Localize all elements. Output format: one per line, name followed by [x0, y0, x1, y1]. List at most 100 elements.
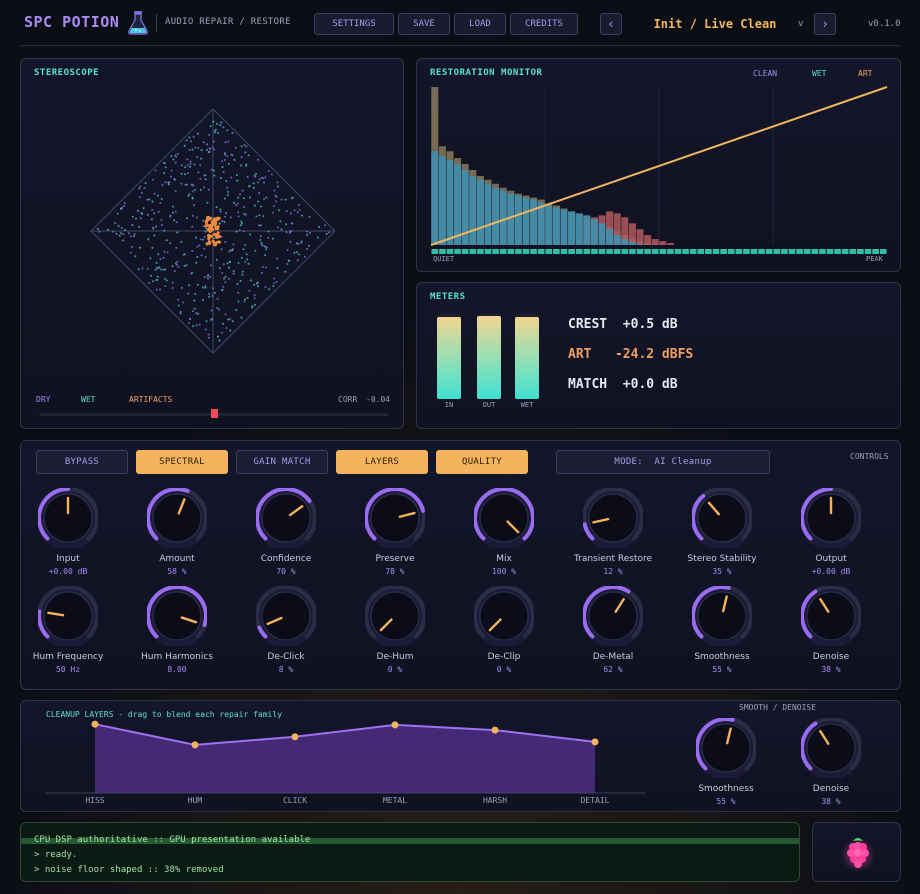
- scope-point: [180, 241, 183, 243]
- gain-match-toggle[interactable]: GAIN MATCH: [236, 450, 328, 474]
- knob-dial[interactable]: [692, 488, 752, 548]
- scope-point: [153, 192, 156, 195]
- load-button[interactable]: LOAD: [454, 13, 506, 35]
- knob-dial[interactable]: [365, 488, 425, 548]
- settings-button[interactable]: SETTINGS: [314, 13, 394, 35]
- knob-output[interactable]: Output +0.00 dB: [777, 488, 885, 580]
- knob-dial[interactable]: [365, 586, 425, 646]
- preset-dropdown-toggle[interactable]: v: [798, 19, 803, 29]
- scope-point: [268, 288, 271, 291]
- knob-dial[interactable]: [474, 586, 534, 646]
- save-button[interactable]: SAVE: [398, 13, 450, 35]
- layer-handle-detail[interactable]: [591, 738, 599, 746]
- knob-stereo-stability[interactable]: Stereo Stability 35 %: [668, 488, 776, 580]
- art-bar: [644, 235, 652, 245]
- scope-point: [253, 303, 256, 306]
- knob-de-clip[interactable]: De-Clip 0 %: [450, 586, 558, 678]
- knob-dial[interactable]: [696, 718, 756, 778]
- scope-point: [262, 215, 265, 218]
- knob-denoise[interactable]: Denoise 38 %: [777, 718, 885, 810]
- knob-confidence[interactable]: Confidence 70 %: [232, 488, 340, 580]
- layers-blend-graph[interactable]: HISS HUM CLICK METAL HARSH DETAIL: [21, 701, 681, 813]
- scope-point: [253, 297, 256, 300]
- layers-toggle[interactable]: LAYERS: [336, 450, 428, 474]
- knob-hum-harmonics[interactable]: Hum Harmonics 8.00: [123, 586, 231, 678]
- knob-label: Hum Harmonics: [140, 652, 214, 662]
- layer-handle-click[interactable]: [291, 733, 299, 741]
- knob-mix[interactable]: Mix 100 %: [450, 488, 558, 580]
- knob-dial[interactable]: [583, 586, 643, 646]
- scope-point: [191, 190, 194, 193]
- scope-point: [237, 211, 240, 214]
- meter-wet: [515, 313, 539, 399]
- preset-prev-button[interactable]: ‹: [600, 13, 622, 35]
- knob-de-click[interactable]: De-Click 8 %: [232, 586, 340, 678]
- knob-body: [370, 493, 420, 543]
- level-segment: [849, 249, 857, 254]
- quality-toggle[interactable]: QUALITY: [436, 450, 528, 474]
- scope-point: [167, 183, 170, 186]
- balance-indicator: [210, 409, 218, 418]
- layer-handle-harsh[interactable]: [491, 726, 499, 734]
- scope-point: [228, 318, 231, 321]
- knob-dial[interactable]: [801, 586, 861, 646]
- scope-point: [157, 253, 160, 256]
- scope-point: [255, 172, 257, 175]
- knob-body: [697, 493, 747, 543]
- level-segment: [819, 249, 826, 254]
- scope-point: [196, 283, 199, 286]
- layer-handle-hiss[interactable]: [91, 720, 99, 728]
- knob-dial[interactable]: [692, 586, 752, 646]
- scope-point: [186, 164, 189, 166]
- scope-point: [267, 230, 270, 233]
- scope-point: [277, 226, 280, 229]
- scope-point: [220, 248, 223, 251]
- knob-dial[interactable]: [147, 586, 207, 646]
- scope-point: [273, 205, 275, 208]
- knob-smoothness[interactable]: Smoothness 55 %: [672, 718, 780, 810]
- scope-point: [229, 216, 232, 219]
- knob-value: 70 %: [276, 567, 296, 576]
- scope-point: [270, 173, 273, 176]
- spectral-toggle[interactable]: SPECTRAL: [136, 450, 228, 474]
- knob-de-metal[interactable]: De-Metal 62 %: [559, 586, 667, 678]
- knob-smoothness[interactable]: Smoothness 55 %: [668, 586, 776, 678]
- layer-handle-metal[interactable]: [391, 721, 399, 729]
- knob-dial[interactable]: [801, 488, 861, 548]
- knob-denoise[interactable]: Denoise 38 %: [777, 586, 885, 678]
- wet-bar: [454, 164, 462, 245]
- knob-dial[interactable]: [256, 586, 316, 646]
- knob-dial[interactable]: [474, 488, 534, 548]
- knob-dial[interactable]: [583, 488, 643, 548]
- knob-amount[interactable]: Amount 58 %: [123, 488, 231, 580]
- layer-label: CLICK: [283, 796, 307, 805]
- knob-de-hum[interactable]: De-Hum 0 %: [341, 586, 449, 678]
- layer-handle-hum[interactable]: [191, 741, 199, 749]
- layers-area: [95, 724, 595, 793]
- preset-next-button[interactable]: ›: [814, 13, 836, 35]
- knob-dial[interactable]: [38, 586, 98, 646]
- potion-flask-icon: [128, 11, 148, 35]
- scope-point: [295, 251, 298, 254]
- scope-point: [191, 214, 194, 217]
- knob-input[interactable]: Input +0.00 dB: [14, 488, 122, 580]
- knob-dial[interactable]: [256, 488, 316, 548]
- knob-dial[interactable]: [801, 718, 861, 778]
- level-segment: [591, 249, 598, 254]
- knob-preserve[interactable]: Preserve 78 %: [341, 488, 449, 580]
- scope-point: [176, 153, 179, 155]
- raspberry-logo-icon: [841, 838, 875, 872]
- knob-label: De-Metal: [592, 652, 634, 662]
- preset-name[interactable]: Init / Live Clean: [640, 17, 790, 31]
- scope-point: [293, 209, 296, 212]
- credits-button[interactable]: CREDITS: [510, 13, 578, 35]
- scope-point: [213, 148, 216, 151]
- knob-dial[interactable]: [147, 488, 207, 548]
- scope-point: [309, 231, 311, 234]
- scope-point: [237, 215, 240, 218]
- mode-selector[interactable]: MODE: AI Cleanup: [556, 450, 770, 474]
- knob-transient-restore[interactable]: Transient Restore 12 %: [559, 488, 667, 580]
- bypass-toggle[interactable]: BYPASS: [36, 450, 128, 474]
- knob-hum-frequency[interactable]: Hum Frequency 50 Hz: [14, 586, 122, 678]
- knob-dial[interactable]: [38, 488, 98, 548]
